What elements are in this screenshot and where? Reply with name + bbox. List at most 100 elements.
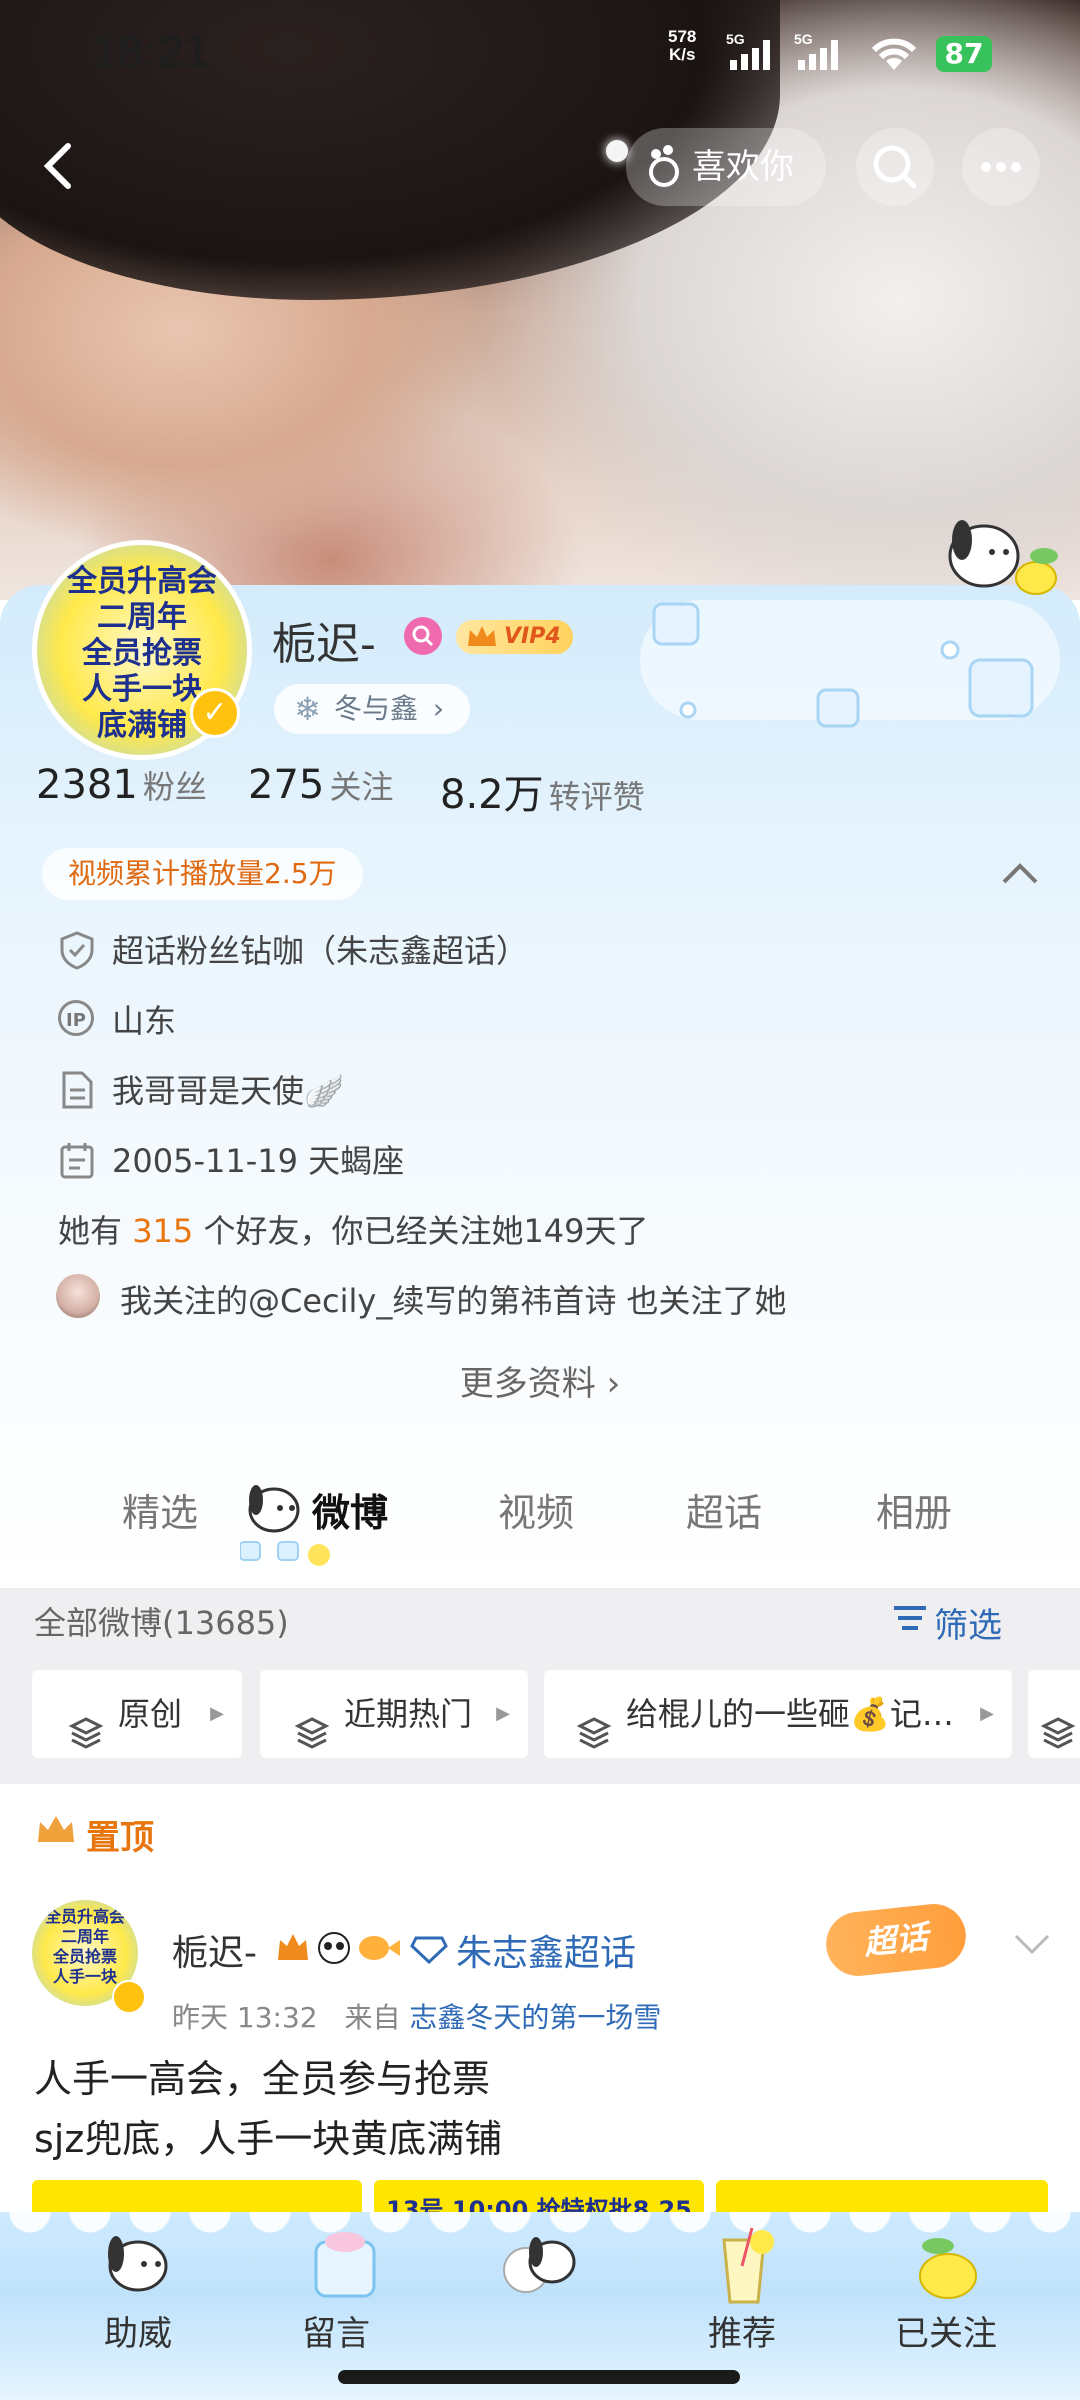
- stat-followers[interactable]: 2381 粉丝: [36, 762, 207, 808]
- home-indicator[interactable]: [338, 2370, 740, 2384]
- calendar-icon: [58, 1140, 96, 1184]
- info-bio: 我哥哥是天使🪽: [112, 1072, 344, 1110]
- filter-button[interactable]: 筛选: [894, 1598, 1002, 1647]
- wifi-icon: [866, 32, 922, 76]
- cover-photo: [0, 0, 1080, 600]
- signal-5g-icon: 5G: [724, 30, 784, 72]
- tab-video[interactable]: 视频: [498, 1482, 574, 1537]
- search-button[interactable]: [856, 128, 934, 206]
- filter-chip-more[interactable]: [1028, 1670, 1080, 1758]
- info-ip-location: 山东: [112, 1002, 177, 1040]
- post-text-line: sjz兜底，人手一块黄底满铺: [34, 2117, 503, 2161]
- mutual-follow-text[interactable]: 我关注的@Cecily_续写的第祎首诗 也关注了她: [120, 1276, 787, 1322]
- post-source-link[interactable]: 志鑫冬天的第一场雪: [409, 2001, 661, 2034]
- back-arrow-icon: [43, 143, 71, 189]
- svg-text:5G: 5G: [726, 31, 745, 47]
- filter-chip-hot[interactable]: 近期热门 ▶: [260, 1670, 528, 1758]
- chip-arrow-icon: ▶: [496, 1703, 510, 1724]
- post-meta: 昨天 13:32 来自 志鑫冬天的第一场雪: [172, 1996, 661, 2036]
- back-button[interactable]: [30, 136, 90, 196]
- vip-label: VIP4: [504, 624, 561, 649]
- pochacco-center-icon: [496, 2226, 586, 2306]
- stat-number: 8.2万: [440, 772, 544, 818]
- lemon-icon: [898, 2226, 988, 2306]
- bottom-nav-cheer[interactable]: 助威: [58, 2306, 218, 2355]
- ice-cube-decoration-icon: [650, 590, 1050, 754]
- chip-arrow-icon: ▶: [980, 1703, 994, 1724]
- avatar-poster-line: 全员抢票: [82, 636, 202, 671]
- tab-weibo[interactable]: 微博: [312, 1482, 388, 1537]
- bottom-nav-message[interactable]: 留言: [256, 2306, 416, 2355]
- filter-chip-label: 给棍儿的一些砸💰记…: [626, 1695, 954, 1733]
- friends-prefix: 她有: [58, 1212, 133, 1250]
- post-author-name[interactable]: 栀迟-: [172, 1924, 257, 1976]
- more-info-link[interactable]: 更多资料 ›: [0, 1356, 1080, 1405]
- network-speed: 578 K/s: [668, 28, 696, 64]
- fan-group-tag[interactable]: ❄ 冬与鑫 ›: [274, 684, 471, 734]
- status-time: 18:21: [92, 25, 210, 77]
- like-you-button[interactable]: 喜欢你: [626, 128, 826, 206]
- post-verified-icon: [112, 1980, 146, 2014]
- friends-suffix: 个好友，你已经关注她149天了: [193, 1212, 649, 1250]
- pochacco-tab-icon: [239, 1476, 310, 1576]
- stat-number: 2381: [36, 762, 138, 808]
- filter-chip-original[interactable]: 原创 ▶: [32, 1670, 242, 1758]
- collapse-chevron-icon[interactable]: [998, 854, 1042, 898]
- stat-label: 转评赞: [548, 778, 645, 816]
- signal-5g-icon: 5G: [792, 30, 852, 72]
- avatar-poster-line: 全员升高会: [67, 564, 217, 599]
- tab-featured[interactable]: 精选: [122, 1482, 198, 1537]
- tab-album[interactable]: 相册: [876, 1482, 952, 1537]
- post-text-line: 人手一高会，全员参与抢票: [34, 2057, 491, 2101]
- shield-icon: [58, 930, 96, 974]
- pochacco-cheer-icon: [94, 2226, 184, 2306]
- document-icon: [58, 1070, 96, 1114]
- lemonade-icon: [702, 2226, 792, 2306]
- friends-count[interactable]: 315: [132, 1212, 193, 1250]
- battery-level: 87: [936, 36, 992, 72]
- fan-group-arrow-icon: ›: [432, 692, 445, 725]
- tab-superchat[interactable]: 超话: [686, 1482, 762, 1537]
- bear-hand-icon: [644, 128, 684, 234]
- layers-icon: [294, 1696, 330, 1784]
- layers-icon: [576, 1696, 612, 1784]
- mutual-follow-avatar[interactable]: [56, 1274, 100, 1318]
- avatar-poster-line: 二周年: [97, 600, 187, 635]
- diamond-icon: [410, 1934, 448, 1968]
- svg-text:5G: 5G: [794, 31, 813, 47]
- filter-chip-label: 近期热门: [344, 1695, 473, 1733]
- post-topic-link[interactable]: 朱志鑫超话: [456, 1924, 636, 1976]
- filter-chip-collection[interactable]: 给棍儿的一些砸💰记… ▶: [544, 1670, 1012, 1758]
- superchat-badge[interactable]: 超话: [823, 1900, 969, 1980]
- stat-likes[interactable]: 8.2万 转评赞: [440, 762, 645, 820]
- bottom-nav-recommend[interactable]: 推荐: [662, 2306, 822, 2355]
- pinned-label: 置顶: [86, 1818, 154, 1858]
- video-play-count: 视频累计播放量2.5万: [42, 848, 363, 900]
- pink-badge-icon[interactable]: [404, 617, 442, 655]
- lemon-decoration-icon: [308, 1544, 330, 1566]
- like-you-label: 喜欢你: [692, 147, 794, 187]
- verified-badge-icon: ✓: [190, 688, 240, 738]
- stat-following[interactable]: 275 关注: [248, 762, 393, 808]
- pinned-crown-icon: [34, 1810, 78, 1854]
- layers-icon: [1040, 1696, 1076, 1784]
- snowflake-icon: ❄: [294, 690, 321, 728]
- layers-icon: [68, 1696, 104, 1784]
- filter-icon: [890, 1600, 930, 1649]
- filter-label: 筛选: [934, 1606, 1002, 1646]
- ice-cube-icon: [300, 2226, 390, 2306]
- avatar-poster-line: 全员升高会: [44, 1907, 125, 1926]
- post-menu-chevron-icon[interactable]: [1010, 1924, 1054, 1968]
- pochacco-sticker-icon: [932, 500, 1062, 614]
- author-badges-icon: [276, 1928, 406, 1972]
- ip-icon: IP: [58, 1000, 94, 1036]
- info-birthday: 2005-11-19 天蝎座: [112, 1142, 405, 1180]
- bottom-nav-following[interactable]: 已关注: [866, 2306, 1026, 2355]
- filter-chip-label: 原创: [118, 1695, 183, 1733]
- vip-badge[interactable]: VIP4: [456, 620, 573, 654]
- avatar-poster-line: 全员抢票: [52, 1947, 117, 1966]
- crown-icon: [464, 620, 500, 665]
- more-button[interactable]: [962, 128, 1040, 206]
- avatar-poster-line: 二周年: [60, 1927, 109, 1946]
- profile-username: 栀迟-: [272, 619, 376, 670]
